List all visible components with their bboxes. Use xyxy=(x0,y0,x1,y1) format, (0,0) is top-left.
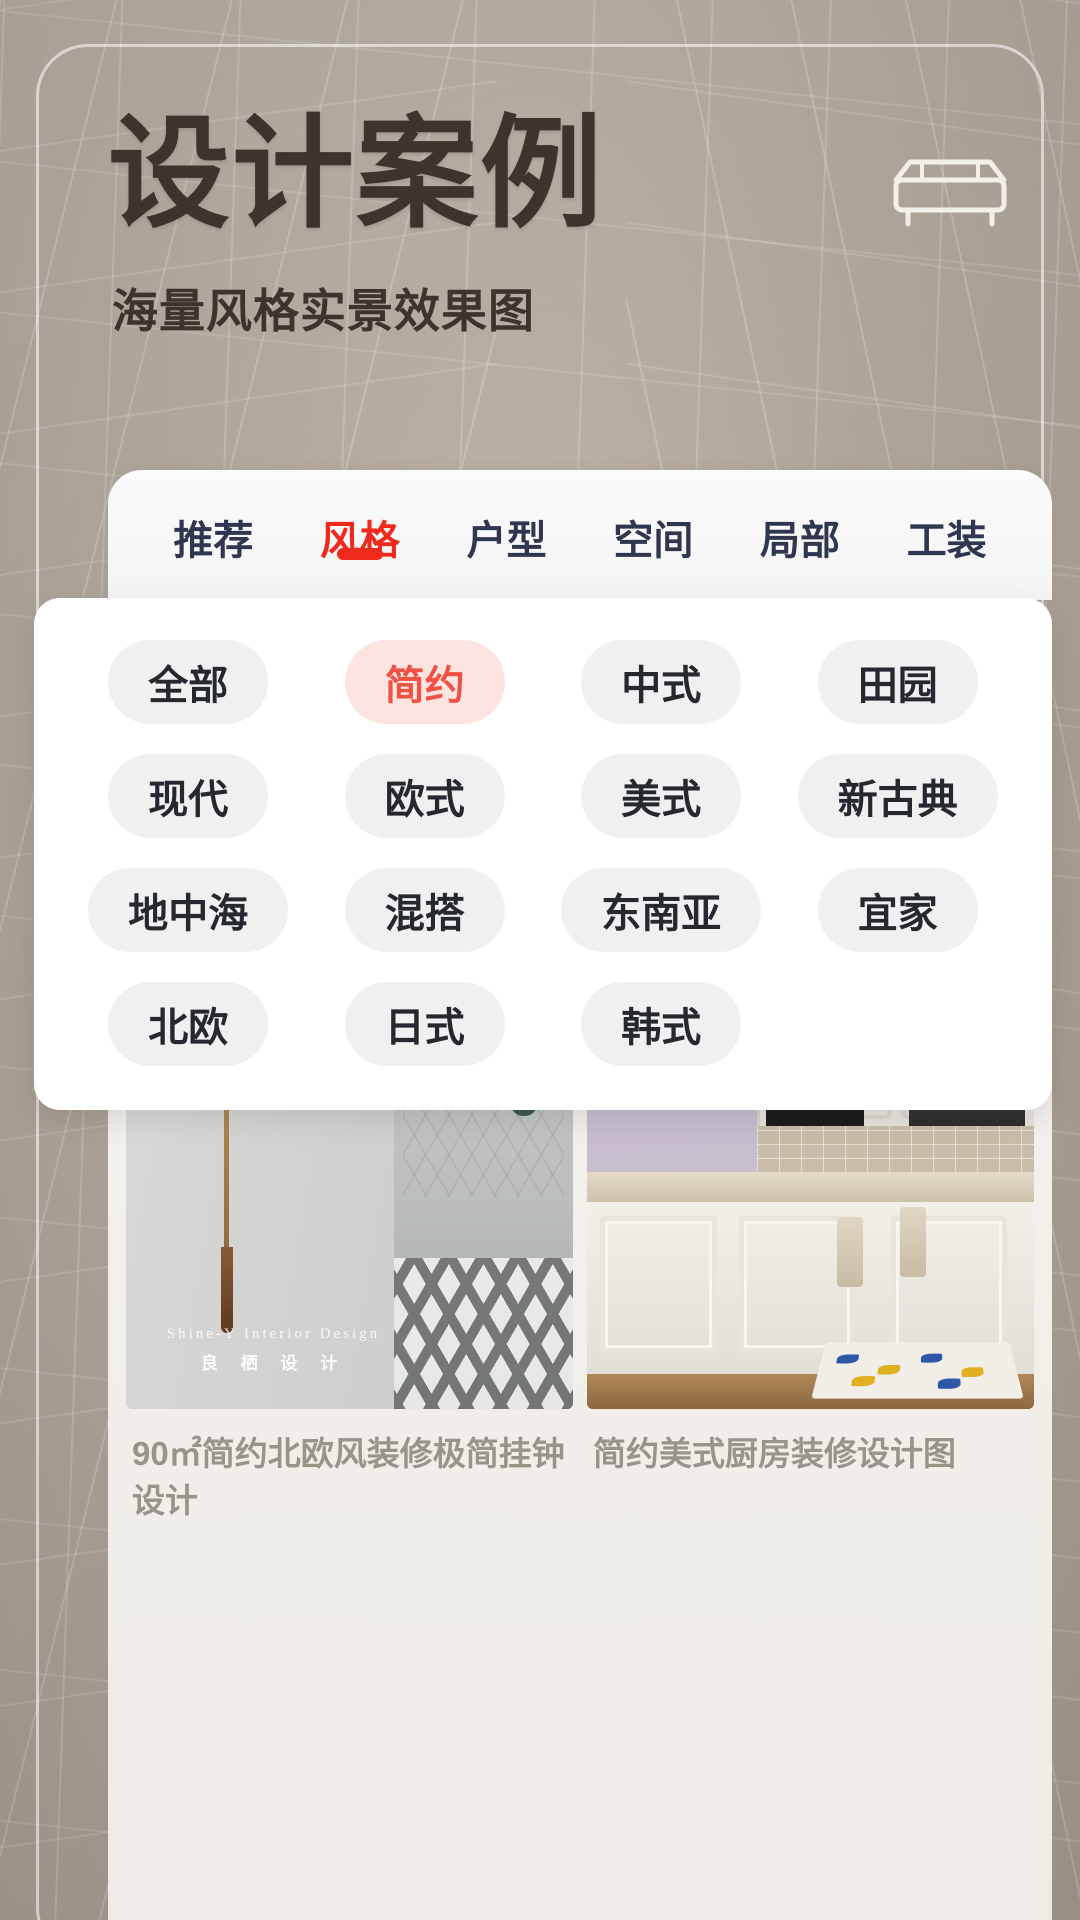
page-title: 设计案例 xyxy=(108,106,604,242)
filter-chip-slot: 混搭 xyxy=(307,868,544,952)
tab-label: 局部 xyxy=(760,519,841,563)
tab-bar: 推荐 风格 户型 空间 局部 工装 xyxy=(108,470,1052,600)
filter-chip[interactable]: 欧式 xyxy=(344,754,505,838)
filter-chip-slot: 地中海 xyxy=(70,868,307,952)
filter-chip-slot: 田园 xyxy=(780,640,1017,724)
watermark-en: Shine-Y Interior Design xyxy=(166,1326,381,1343)
tab-active-indicator xyxy=(337,548,383,560)
filter-chip-slot: 东南亚 xyxy=(543,868,780,952)
artwork-clock-pendulum xyxy=(221,1247,234,1334)
filter-chip-slot: 简约 xyxy=(307,640,544,724)
tab-2[interactable]: 户型 xyxy=(433,504,580,566)
filter-chip[interactable]: 中式 xyxy=(581,640,742,724)
style-filter-panel: 全部 简约 中式 田园 现代 欧式 美式 新古典 地中海 混搭 东南亚 宜家 北欧 日式 韩式 xyxy=(34,598,1052,1110)
filter-chip-row: 现代 欧式 美式 新古典 xyxy=(70,754,1016,838)
filter-chip-slot: 欧式 xyxy=(307,754,544,838)
result-caption: 90㎡简约北欧风装修极简挂钟设计 xyxy=(132,1435,565,1519)
tab-0[interactable]: 推荐 xyxy=(140,504,287,566)
filter-chip[interactable]: 韩式 xyxy=(581,982,742,1066)
tab-label: 户型 xyxy=(466,519,547,563)
filter-chip[interactable]: 地中海 xyxy=(88,868,289,952)
filter-chip[interactable]: 美式 xyxy=(581,754,742,838)
filter-chip-slot: 新古典 xyxy=(780,754,1017,838)
sofa-icon xyxy=(893,159,1007,227)
tab-list: 推荐 风格 户型 空间 局部 工装 xyxy=(108,470,1052,600)
filter-chip-slot xyxy=(780,982,1017,1066)
page-subtitle: 海量风格实景效果图 xyxy=(112,285,535,337)
filter-chip-row: 北欧 日式 韩式 xyxy=(70,982,1016,1066)
result-caption: 简约美式厨房装修设计图 xyxy=(593,1435,956,1472)
filter-chip-slot: 北欧 xyxy=(70,982,307,1066)
filter-chip-slot: 中式 xyxy=(543,640,780,724)
filter-chip-slot: 宜家 xyxy=(780,868,1017,952)
filter-chip-slot: 现代 xyxy=(70,754,307,838)
tab-label: 推荐 xyxy=(173,519,254,563)
tab-1[interactable]: 风格 xyxy=(287,504,434,566)
filter-chip-row: 地中海 混搭 东南亚 宜家 xyxy=(70,868,1016,952)
filter-chip[interactable]: 混搭 xyxy=(344,868,505,952)
filter-chip[interactable]: 全部 xyxy=(108,640,269,724)
filter-chip[interactable]: 简约 xyxy=(344,640,505,724)
filter-chip-slot: 全部 xyxy=(70,640,307,724)
filter-chip[interactable]: 田园 xyxy=(817,640,978,724)
filter-chip[interactable]: 北欧 xyxy=(108,982,269,1066)
filter-chip[interactable]: 现代 xyxy=(108,754,269,838)
artwork-countertop xyxy=(587,1171,1034,1202)
artwork-hanging-towel-b xyxy=(899,1207,926,1277)
filter-chip[interactable]: 东南亚 xyxy=(561,868,762,952)
tab-label: 空间 xyxy=(613,519,694,563)
filter-chip-slot: 美式 xyxy=(543,754,780,838)
filter-chip-row: 全部 简约 中式 田园 xyxy=(70,640,1016,724)
tab-4[interactable]: 局部 xyxy=(727,504,874,566)
filter-chip[interactable]: 新古典 xyxy=(797,754,998,838)
filter-chip-slot: 韩式 xyxy=(543,982,780,1066)
artwork-hanging-towel-a xyxy=(837,1217,864,1288)
tab-label: 工装 xyxy=(906,519,987,563)
filter-chip-slot: 日式 xyxy=(307,982,544,1066)
filter-chip[interactable]: 宜家 xyxy=(817,868,978,952)
filter-chip[interactable]: 日式 xyxy=(344,982,505,1066)
tab-5[interactable]: 工装 xyxy=(873,504,1020,566)
tab-3[interactable]: 空间 xyxy=(580,504,727,566)
watermark-cn: 良 栖 设 计 xyxy=(200,1353,347,1373)
